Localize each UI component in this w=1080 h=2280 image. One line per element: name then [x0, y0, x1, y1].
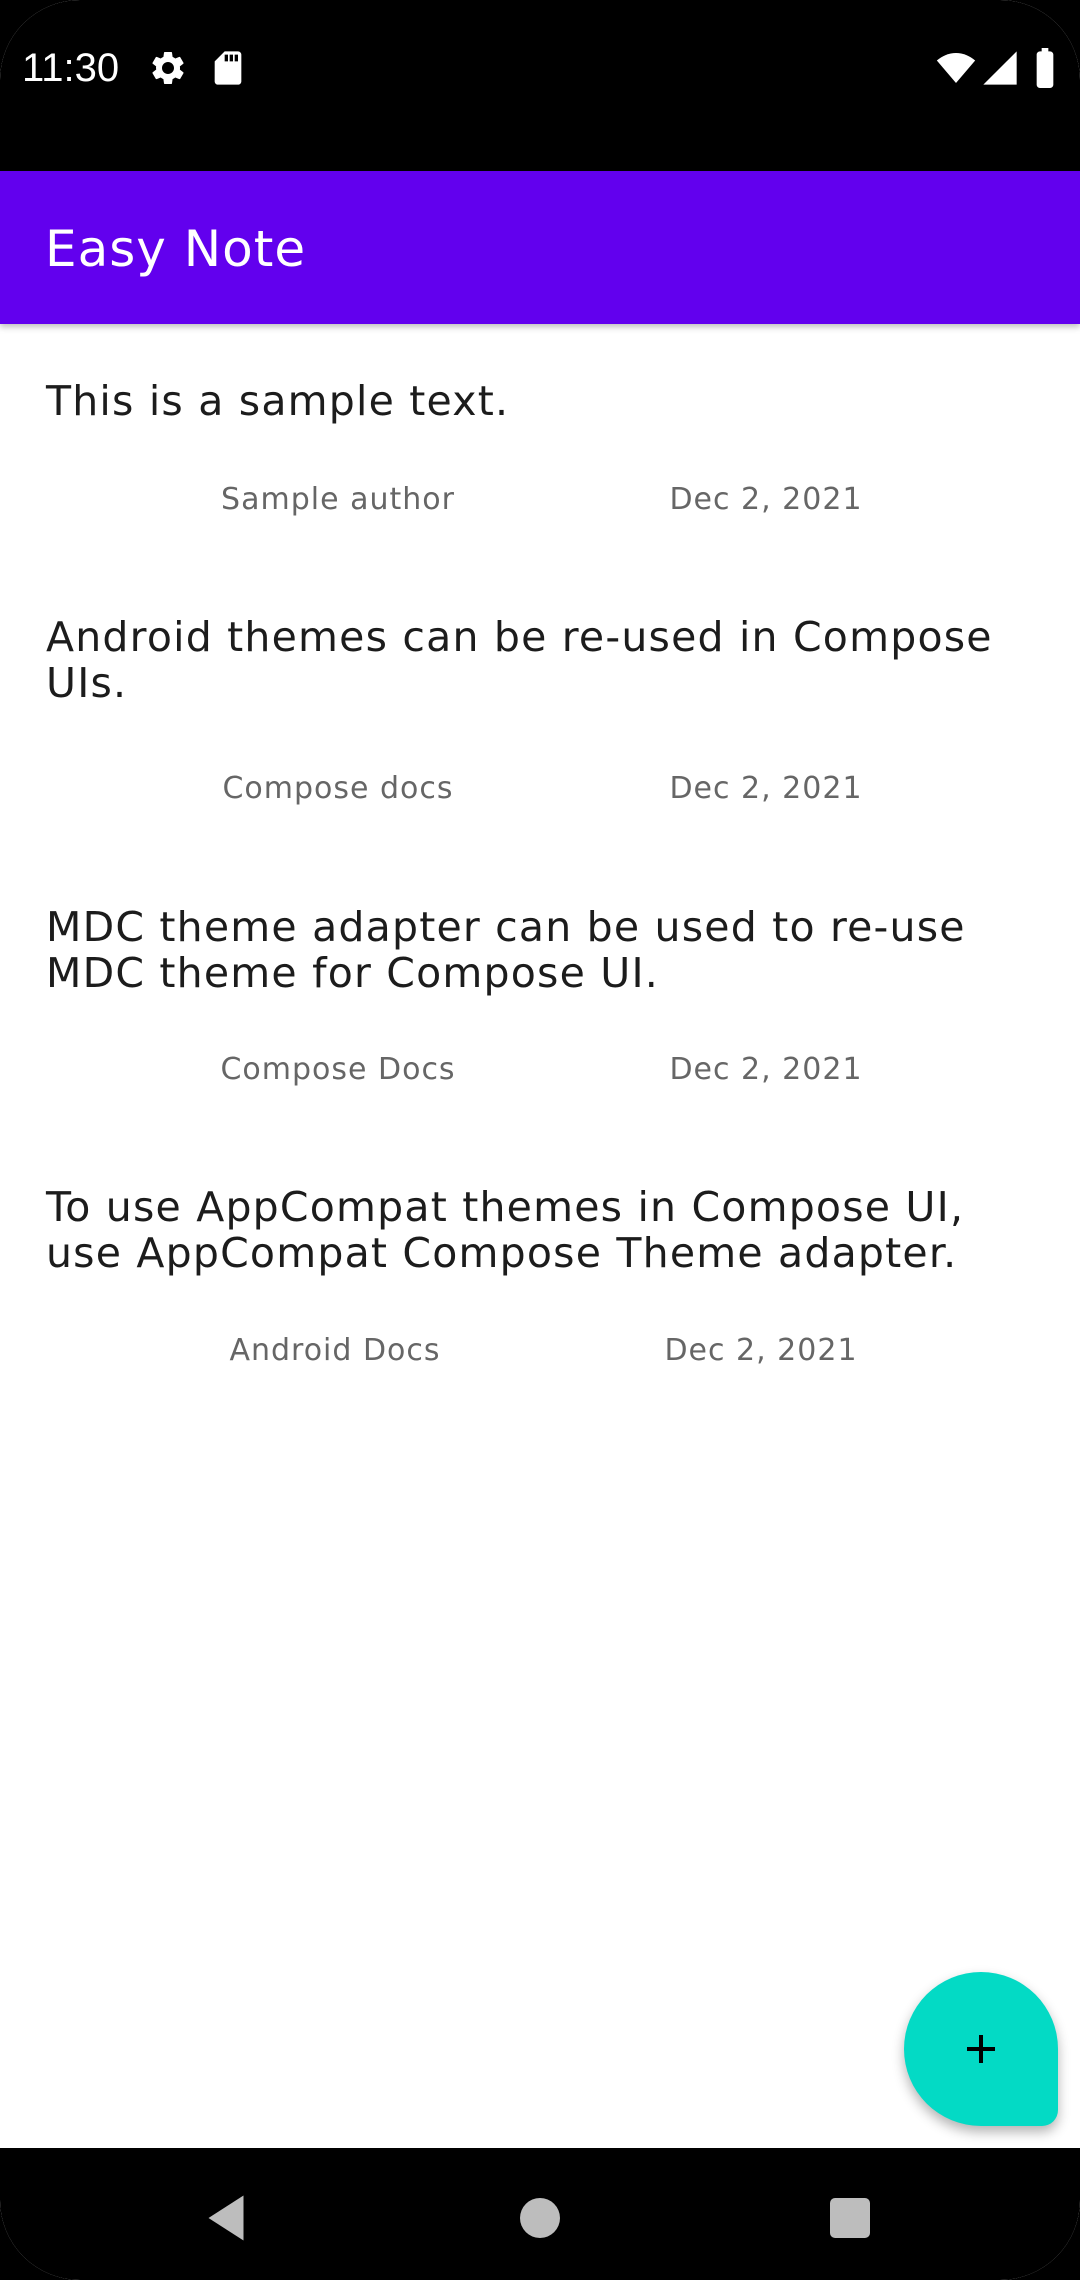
- status-bar: 11:30: [0, 0, 1080, 171]
- battery-icon: [1036, 48, 1054, 88]
- wifi-icon: [936, 53, 976, 83]
- note-text: MDC theme adapter can be used to re-use …: [46, 903, 966, 997]
- recents-icon[interactable]: [820, 2188, 880, 2248]
- gear-icon: [152, 51, 184, 84]
- note-text: This is a sample text.: [46, 377, 510, 425]
- navigation-bar: [0, 2148, 1080, 2280]
- app-title: Easy Note: [45, 220, 307, 278]
- note-author: Sample author: [221, 482, 455, 517]
- note-text: To use AppCompat themes in Compose UI, u…: [46, 1183, 965, 1277]
- status-time: 11:30: [22, 46, 120, 90]
- app-bar: Easy Note: [0, 171, 1080, 324]
- plus-icon: [967, 2035, 995, 2063]
- signal-icon: [983, 51, 1017, 85]
- note-author: Compose docs: [222, 771, 454, 806]
- note-date: Dec 2, 2021: [669, 1052, 863, 1087]
- note-text: Android themes can be re-used in Compose…: [46, 613, 993, 707]
- note-date: Dec 2, 2021: [669, 771, 863, 806]
- note-author: Android Docs: [229, 1333, 441, 1368]
- back-icon[interactable]: [196, 2188, 256, 2248]
- home-icon[interactable]: [510, 2188, 570, 2248]
- note-date: Dec 2, 2021: [669, 482, 863, 517]
- add-note-button[interactable]: [904, 1972, 1058, 2126]
- phone-screen: 11:30 Easy Note This is a sample text. S…: [0, 0, 1080, 2280]
- note-author: Compose Docs: [220, 1052, 456, 1087]
- note-date: Dec 2, 2021: [664, 1333, 858, 1368]
- sd-card-icon: [214, 51, 242, 85]
